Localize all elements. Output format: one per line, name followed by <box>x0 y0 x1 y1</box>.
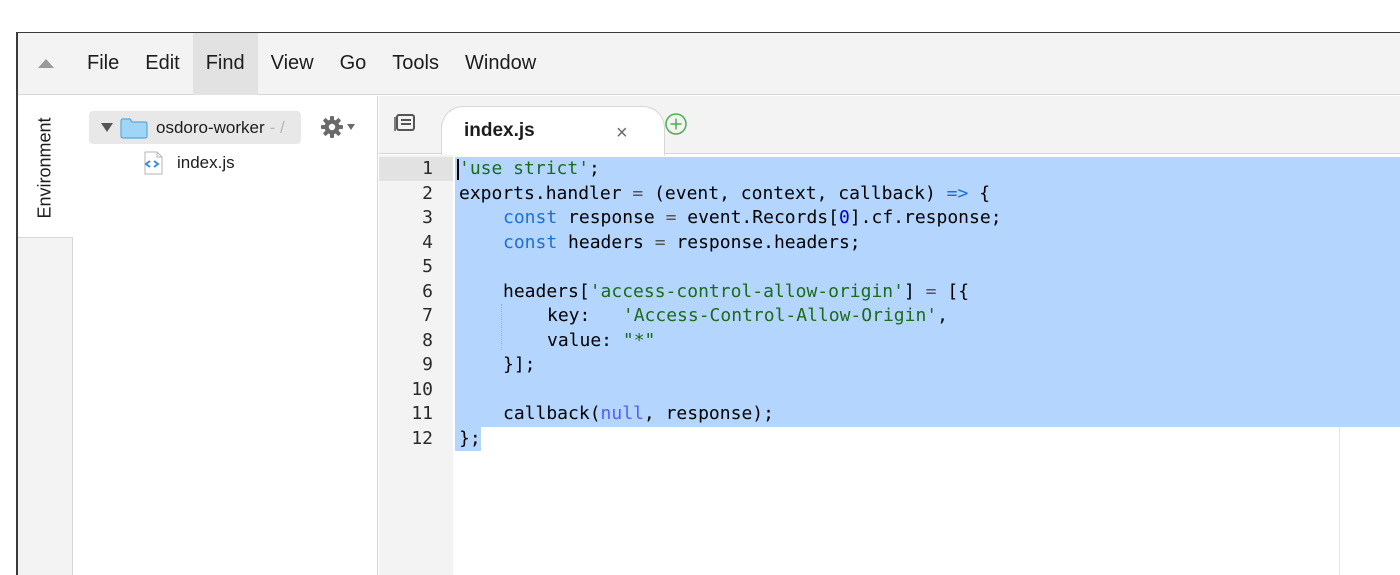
line-number: 12 <box>411 427 433 449</box>
code-token: ] <box>903 280 926 302</box>
caret-down-icon[interactable] <box>101 123 113 132</box>
menu-go[interactable]: Go <box>327 33 380 95</box>
code-token: "*" <box>622 329 656 351</box>
print-margin <box>1339 426 1340 575</box>
line-number: 10 <box>411 378 433 400</box>
code-token: 'access-control-allow-origin' <box>589 280 904 302</box>
code-token: , response); <box>643 403 774 424</box>
code-line-9: }]; <box>503 353 536 378</box>
tree-file-label: index.js <box>177 153 235 172</box>
menu-edit[interactable]: Edit <box>132 33 192 95</box>
indent-guide <box>501 304 502 350</box>
file-tree: osdoro-worker - / index.js <box>74 96 378 575</box>
close-icon[interactable]: × <box>616 123 628 143</box>
code-token: null <box>600 403 644 424</box>
code-token: }]; <box>503 354 536 375</box>
line-number: 11 <box>411 403 433 424</box>
code-token: , <box>937 305 948 326</box>
code-token: exports.handler <box>459 182 633 204</box>
code-token: 'use strict' <box>459 158 590 179</box>
root-folder-path: - / <box>269 117 285 137</box>
environment-tab-label: Environment <box>34 117 55 219</box>
code-token: response.headers; <box>665 231 861 253</box>
menu-window[interactable]: Window <box>452 33 549 95</box>
collapse-menu-button[interactable] <box>18 33 74 95</box>
code-editor[interactable]: 1 2 3 4 5 6 7 8 9 10 11 12 'use strict';… <box>379 155 1400 575</box>
code-line-3: const response = event.Records[0].cf.res… <box>503 206 1002 231</box>
root-folder-label: osdoro-worker <box>156 117 265 137</box>
code-token: const <box>503 231 558 253</box>
code-line-1: 'use strict'; <box>459 157 600 182</box>
code-token: { <box>968 182 991 204</box>
code-token: 0 <box>838 207 850 228</box>
code-token: = <box>665 207 677 228</box>
tree-file-item[interactable]: index.js <box>142 150 235 176</box>
menu-tools[interactable]: Tools <box>379 33 452 95</box>
line-number: 6 <box>422 280 433 302</box>
add-tab-icon[interactable] <box>664 112 688 136</box>
editor-tab-bar: index.js × <box>379 96 1400 155</box>
code-token: = <box>654 231 666 253</box>
code-token: [{ <box>936 280 970 302</box>
line-number: 1 <box>422 158 433 179</box>
tab-label: index.js <box>464 120 535 141</box>
line-number: 3 <box>422 207 433 228</box>
code-line-6: headers['access-control-allow-origin'] =… <box>503 280 969 305</box>
code-line-7: key: 'Access-Control-Allow-Origin', <box>547 304 948 329</box>
code-token: = <box>632 182 644 204</box>
code-token: => <box>946 182 969 204</box>
code-line-11: callback(null, response); <box>503 402 774 427</box>
code-token: ].cf.response; <box>849 207 1002 228</box>
editor-panel: index.js × 1 2 3 4 5 6 7 8 9 10 11 12 'u… <box>379 96 1400 575</box>
line-number: 8 <box>422 329 433 351</box>
code-line-4: const headers = response.headers; <box>503 231 861 256</box>
code-token: (event, context, callback) <box>643 182 947 204</box>
code-token: headers[ <box>503 280 590 302</box>
line-number: 9 <box>422 354 433 375</box>
tab-list-icon[interactable] <box>394 113 416 133</box>
code-token: key: <box>547 305 623 326</box>
code-token: value: <box>547 329 623 351</box>
code-token: ; <box>589 158 600 179</box>
text-cursor <box>457 159 459 180</box>
gear-icon <box>321 116 343 138</box>
line-gutter: 1 2 3 4 5 6 7 8 9 10 11 12 <box>379 155 453 575</box>
line-number: 4 <box>422 231 433 253</box>
ide-window: File Edit Find View Go Tools Window Envi… <box>16 32 1400 575</box>
menu-find[interactable]: Find <box>192 33 258 95</box>
code-line-2: exports.handler = (event, context, callb… <box>459 182 990 207</box>
folder-icon <box>120 117 148 139</box>
tree-settings-button[interactable] <box>320 115 355 139</box>
code-line-12: }; <box>459 427 481 452</box>
tab-index-js[interactable]: index.js × <box>441 106 665 155</box>
triangle-up-icon <box>38 59 54 68</box>
menu-bar: File Edit Find View Go Tools Window <box>18 33 1400 95</box>
code-token: event.Records[ <box>676 207 839 228</box>
tree-root-folder[interactable]: osdoro-worker - / <box>89 111 301 144</box>
environment-tab[interactable]: Environment <box>18 96 73 238</box>
code-token: callback( <box>503 403 601 424</box>
code-token: }; <box>459 427 481 449</box>
line-number: 2 <box>422 182 433 204</box>
chevron-down-icon <box>347 124 355 130</box>
side-panel-strip: Environment <box>18 96 73 575</box>
code-line-8: value: "*" <box>547 329 655 354</box>
menu-view[interactable]: View <box>258 33 327 95</box>
js-file-icon <box>144 151 163 175</box>
code-token: headers <box>557 231 655 253</box>
code-token: = <box>925 280 937 302</box>
code-token: const <box>503 207 558 228</box>
line-number: 5 <box>422 256 433 277</box>
menu-file[interactable]: File <box>74 33 132 95</box>
code-token: 'Access-Control-Allow-Origin' <box>622 305 938 326</box>
code-token: response <box>557 207 666 228</box>
line-number: 7 <box>422 305 433 326</box>
